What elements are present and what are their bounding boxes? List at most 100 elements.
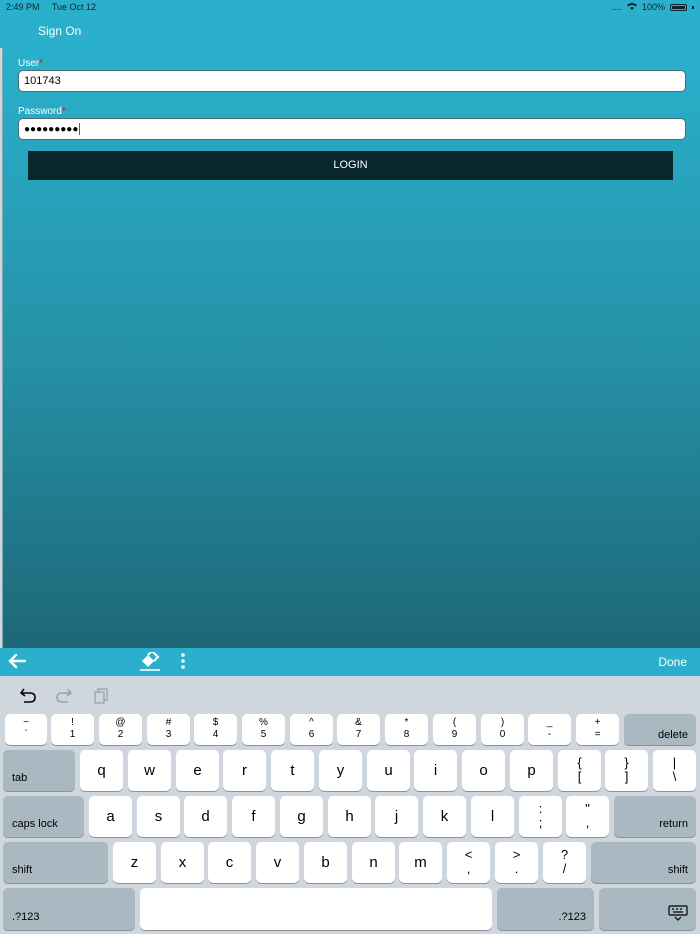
key-5[interactable]: % 5 xyxy=(242,714,285,745)
key-q[interactable]: q xyxy=(80,750,123,791)
delete-key[interactable]: delete xyxy=(624,714,696,745)
key-9[interactable]: (9 xyxy=(433,714,476,745)
key-r[interactable]: r xyxy=(223,750,266,791)
caps-lock-key-label: caps lock xyxy=(12,818,58,830)
user-label-text: User xyxy=(18,58,40,69)
key-y[interactable]: y xyxy=(319,750,362,791)
required-mark: * xyxy=(61,106,66,117)
key-c[interactable]: c xyxy=(208,842,251,883)
sign-on-form: User* 101743 Password* ●●●●●●●●● LOGIN xyxy=(2,48,700,648)
keyboard-accessory-bar: Done xyxy=(0,648,700,676)
login-button[interactable]: LOGIN xyxy=(28,151,673,180)
key-period[interactable]: >. xyxy=(495,842,538,883)
tab-key-label: tab xyxy=(12,772,28,784)
key-bottom-label: / xyxy=(562,861,567,876)
key-7[interactable]: & 7 xyxy=(337,714,380,745)
done-button[interactable]: Done xyxy=(658,655,687,669)
key-close-bracket[interactable]: }] xyxy=(605,750,648,791)
back-arrow-icon[interactable] xyxy=(8,653,27,674)
key-slash[interactable]: ? / xyxy=(543,842,586,883)
caps-lock-key[interactable]: caps lock xyxy=(3,796,84,837)
key-backslash[interactable]: | \ xyxy=(653,750,696,791)
key-open-bracket[interactable]: {[ xyxy=(558,750,601,791)
key-top-label: * xyxy=(404,717,409,728)
user-input[interactable]: 101743 xyxy=(18,70,686,92)
key-top-label: % xyxy=(259,717,268,728)
numbers-key-label: .?123 xyxy=(12,911,40,923)
key-x[interactable]: x xyxy=(161,842,204,883)
key-bottom-label: - xyxy=(547,729,552,740)
key-n[interactable]: n xyxy=(352,842,395,883)
shift-key-left[interactable]: shift xyxy=(3,842,108,883)
key-z[interactable]: z xyxy=(113,842,156,883)
key-a[interactable]: a xyxy=(89,796,132,837)
key-comma[interactable]: <, xyxy=(447,842,490,883)
key-b[interactable]: b xyxy=(304,842,347,883)
user-input-value: 101743 xyxy=(24,75,61,87)
key-6[interactable]: ^ 6 xyxy=(290,714,333,745)
key-quote[interactable]: ", xyxy=(566,796,609,837)
key-v[interactable]: v xyxy=(256,842,299,883)
key-top-label: ^ xyxy=(309,717,314,728)
tab-key[interactable]: tab xyxy=(3,750,75,791)
key-bottom-label: 7 xyxy=(355,729,362,740)
key-equals[interactable]: + = xyxy=(576,714,619,745)
key-e[interactable]: e xyxy=(176,750,219,791)
key-2[interactable]: @2 xyxy=(99,714,142,745)
status-date: Tue Oct 12 xyxy=(51,2,97,12)
undo-icon[interactable] xyxy=(18,685,38,705)
key-g[interactable]: g xyxy=(280,796,323,837)
redo-icon[interactable] xyxy=(54,685,74,705)
key-d[interactable]: d xyxy=(184,796,227,837)
status-bar: 2:49 PM Tue Oct 12 .... 100% xyxy=(0,0,700,14)
key-t[interactable]: t xyxy=(271,750,314,791)
eraser-icon[interactable] xyxy=(138,649,162,677)
key-top-label: " xyxy=(585,801,590,816)
numbers-key-right[interactable]: .?123 xyxy=(497,888,594,930)
key-o[interactable]: o xyxy=(462,750,505,791)
key-f[interactable]: f xyxy=(232,796,275,837)
key-4[interactable]: $4 xyxy=(194,714,237,745)
key-0[interactable]: ) 0 xyxy=(481,714,524,745)
key-k[interactable]: k xyxy=(423,796,466,837)
key-p[interactable]: p xyxy=(510,750,553,791)
password-input[interactable]: ●●●●●●●●● xyxy=(18,118,686,140)
key-j[interactable]: j xyxy=(375,796,418,837)
shift-key-right[interactable]: shift xyxy=(591,842,696,883)
key-w[interactable]: w xyxy=(128,750,171,791)
key-bottom-label: 0 xyxy=(499,729,506,740)
key-top-label: _ xyxy=(546,717,553,728)
dismiss-keyboard-key[interactable] xyxy=(599,888,696,930)
key-top-label: : xyxy=(538,801,543,816)
key-s[interactable]: s xyxy=(137,796,180,837)
key-8[interactable]: * 8 xyxy=(385,714,428,745)
key-3[interactable]: #3 xyxy=(147,714,190,745)
paste-icon[interactable] xyxy=(92,685,112,705)
key-bottom-label: [ xyxy=(577,769,582,784)
key-minus[interactable]: _ - xyxy=(528,714,571,745)
key-top-label: } xyxy=(624,755,629,770)
key-top-label: ) xyxy=(500,717,505,728)
key-i[interactable]: i xyxy=(414,750,457,791)
key-top-label: + xyxy=(594,717,601,728)
key-semicolon[interactable]: :; xyxy=(519,796,562,837)
key-u[interactable]: u xyxy=(367,750,410,791)
key-m[interactable]: m xyxy=(399,842,442,883)
shift-key-label: shift xyxy=(667,864,688,876)
key-top-label: | xyxy=(672,755,677,770)
numbers-key-left[interactable]: .?123 xyxy=(3,888,135,930)
battery-icon xyxy=(670,3,687,11)
key-bottom-label: = xyxy=(594,729,601,740)
required-mark: * xyxy=(39,58,44,69)
signal-icon: .... xyxy=(611,2,622,12)
key-bottom-label: ` xyxy=(24,729,28,740)
key-h[interactable]: h xyxy=(328,796,371,837)
key-1[interactable]: ! 1 xyxy=(51,714,94,745)
key-l[interactable]: l xyxy=(471,796,514,837)
return-key[interactable]: return xyxy=(614,796,696,837)
key-bottom-label: ; xyxy=(538,815,543,830)
key-backtick[interactable]: ~ ` xyxy=(5,714,47,745)
password-input-value: ●●●●●●●●● xyxy=(24,124,79,135)
more-options-icon[interactable] xyxy=(180,653,186,674)
space-bar[interactable] xyxy=(140,888,492,930)
